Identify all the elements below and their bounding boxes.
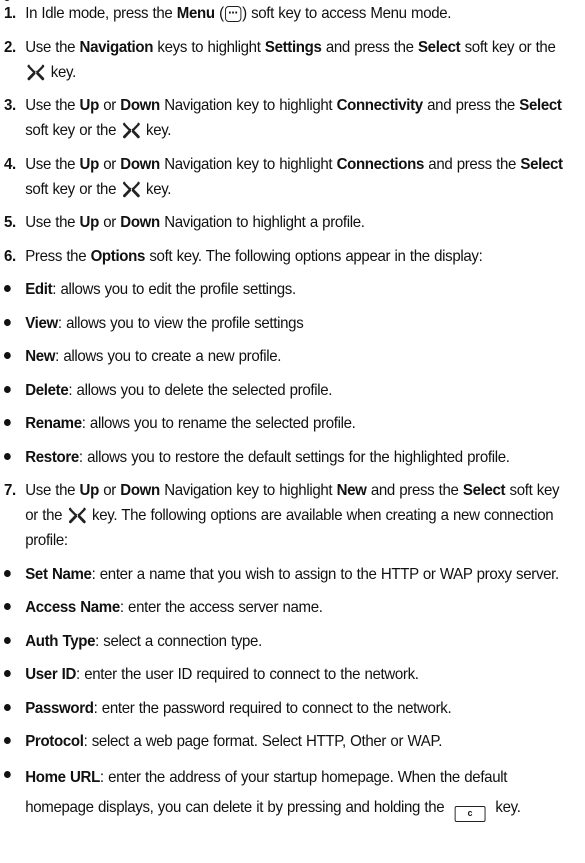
option-term: New <box>25 348 56 365</box>
bullet <box>4 595 25 610</box>
option-description: : allows you to edit the profile setting… <box>52 281 296 298</box>
option-term: Restore <box>25 448 79 466</box>
step-number: 6. <box>4 247 16 265</box>
step-text: Use the Up or Down Navigation key to hig… <box>25 482 560 549</box>
bullet <box>4 729 25 744</box>
step-text: Use the Navigation keys to highlight Set… <box>25 38 556 81</box>
step-number: 4. <box>4 155 16 173</box>
step-text: Press the Options soft key. The followin… <box>25 247 483 265</box>
bullet <box>4 445 25 460</box>
field-description: : enter the user ID required to connect … <box>76 666 419 683</box>
bullet <box>4 763 25 778</box>
step-number: 5. <box>4 214 16 231</box>
field-description: : select a web page format. Select HTTP,… <box>83 733 443 750</box>
option-description: : allows you to view the profile setting… <box>57 314 304 332</box>
bullet <box>4 277 25 292</box>
step-5: 5. Use the Up or Down Navigation to high… <box>4 210 575 235</box>
step-2: 2. Use the Navigation keys to highlight … <box>4 35 575 85</box>
bullet <box>4 378 25 393</box>
field-description: : enter the password required to connect… <box>93 699 452 717</box>
step-1: 1. In Idle mode, press the Menu () soft … <box>4 0 575 26</box>
step-number: 2. <box>4 38 16 56</box>
bullet <box>4 629 25 644</box>
bullet <box>4 344 25 359</box>
bullet <box>4 562 25 577</box>
menu-key-icon <box>224 0 242 25</box>
bullet <box>4 662 25 677</box>
field-item-set-name: Set Name: enter a name that you wish to … <box>4 562 575 587</box>
field-term: Auth Type <box>25 632 96 650</box>
field-item-auth-type: Auth Type: select a connection type. <box>4 629 575 654</box>
step-6: 6. Press the Options soft key. The follo… <box>4 244 575 269</box>
step-number: 1. <box>4 5 16 22</box>
field-item-access-name: Access Name: enter the access server nam… <box>4 595 575 620</box>
option-item-delete: Delete: allows you to delete the selecte… <box>4 378 575 403</box>
bullet <box>4 411 25 426</box>
field-description: : enter a name that you wish to assign t… <box>91 565 560 583</box>
option-description: : allows you to rename the selected prof… <box>81 415 356 432</box>
option-term: Rename <box>25 415 82 432</box>
option-term: View <box>25 314 58 332</box>
bullet <box>4 696 25 711</box>
step-number: 7. <box>4 482 16 499</box>
field-description: : enter the access server name. <box>119 599 323 616</box>
instruction-document: 1. In Idle mode, press the Menu () soft … <box>0 0 585 863</box>
field-term: Set Name <box>25 565 92 583</box>
option-description: : allows you to create a new profile. <box>55 348 282 365</box>
field-term: Home URL <box>25 768 100 786</box>
option-item-view: View: allows you to view the profile set… <box>4 311 575 336</box>
field-term: Protocol <box>25 733 84 750</box>
option-description: : allows you to restore the default sett… <box>78 448 510 466</box>
field-term: User ID <box>25 666 77 683</box>
option-item-edit: Edit: allows you to edit the profile set… <box>4 277 575 302</box>
field-description: : select a connection type. <box>95 632 262 650</box>
field-item-home-url: Home URL: enter the address of your star… <box>4 763 575 823</box>
option-term: Edit <box>25 281 53 298</box>
step-7: 7. Use the Up or Down Navigation key to … <box>4 478 575 553</box>
ok-key-icon <box>68 507 86 524</box>
field-item-protocol: Protocol: select a web page format. Sele… <box>4 729 575 754</box>
step-3: 3. Use the Up or Down Navigation key to … <box>4 93 575 143</box>
option-item-rename: Rename: allows you to rename the selecte… <box>4 411 575 436</box>
ok-key-icon <box>27 64 45 80</box>
ok-key-icon <box>122 122 140 139</box>
step-text: Use the Up or Down Navigation to highlig… <box>25 214 365 231</box>
field-term: Password <box>25 699 94 717</box>
field-term: Access Name <box>25 599 120 616</box>
clear-key-icon: c <box>454 805 486 822</box>
step-text: In Idle mode, press the Menu () soft key… <box>25 0 575 26</box>
field-item-password: Password: enter the password required to… <box>4 696 575 721</box>
step-4: 4. Use the Up or Down Navigation key to … <box>4 152 575 202</box>
bullet <box>4 311 25 326</box>
field-item-user-id: User ID: enter the user ID required to c… <box>4 662 575 687</box>
option-term: Delete <box>25 381 69 399</box>
step-text: Use the Up or Down Navigation key to hig… <box>25 97 562 139</box>
step-number: 3. <box>4 97 16 114</box>
step-text: Use the Up or Down Navigation key to hig… <box>25 155 563 198</box>
option-item-restore: Restore: allows you to restore the defau… <box>4 445 575 470</box>
option-description: : allows you to delete the selected prof… <box>68 381 333 399</box>
ok-key-icon <box>122 181 140 197</box>
option-item-new: New: allows you to create a new profile. <box>4 344 575 369</box>
